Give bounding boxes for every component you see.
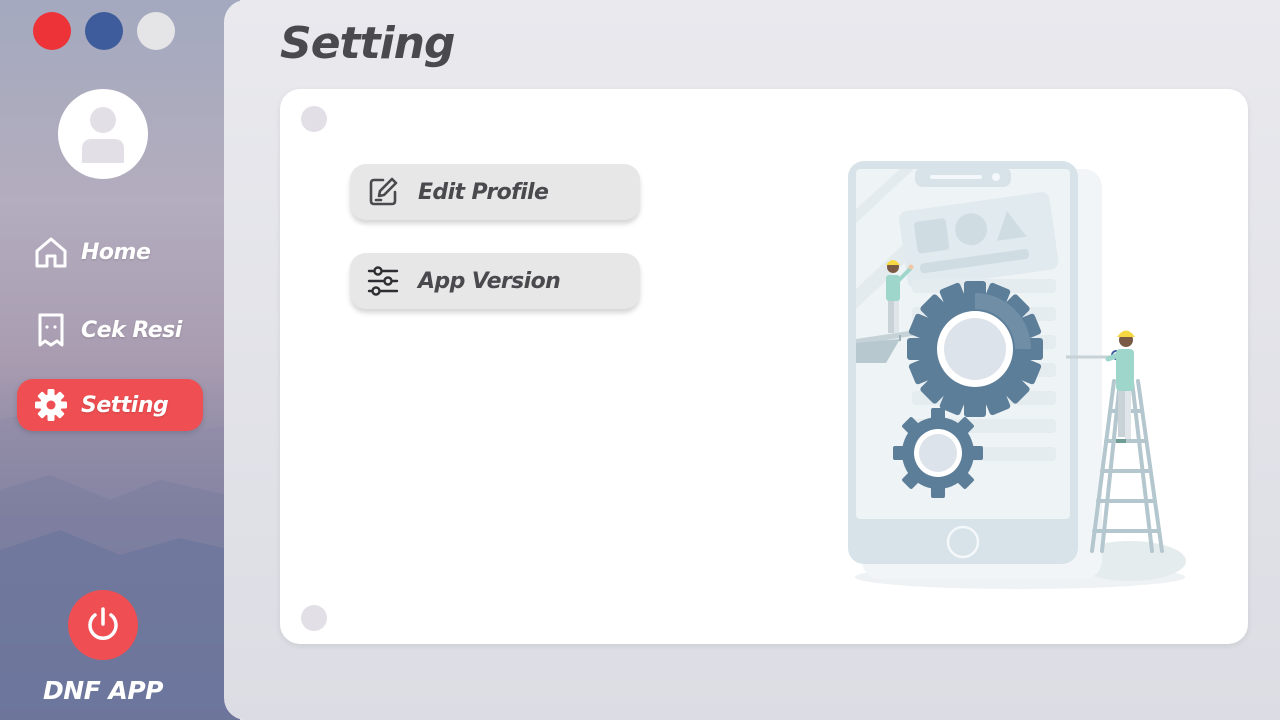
- receipt-icon: [31, 310, 71, 350]
- sidebar-item-label: Cek Resi: [81, 317, 182, 343]
- maximize-window-button[interactable]: [137, 12, 175, 50]
- settings-illustration: [848, 161, 1186, 589]
- sidebar-item-label: Home: [81, 239, 151, 265]
- main-panel: Setting Edit Profile App Version: [224, 0, 1280, 720]
- sidebar-item-cek-resi[interactable]: Cek Resi: [17, 304, 203, 356]
- sidebar-item-home[interactable]: Home: [17, 226, 203, 278]
- user-icon: [82, 107, 124, 163]
- power-icon: [88, 607, 118, 640]
- mountain-background: [0, 410, 240, 720]
- minimize-window-button[interactable]: [85, 12, 123, 50]
- app-version-button[interactable]: App Version: [350, 253, 640, 309]
- gear-icon: [31, 385, 71, 425]
- app-name: DNF APP: [43, 676, 163, 705]
- avatar[interactable]: [58, 89, 148, 179]
- page-title: Setting: [280, 18, 455, 69]
- sliders-icon: [366, 264, 400, 298]
- decorative-dot: [301, 605, 327, 631]
- edit-profile-button[interactable]: Edit Profile: [350, 164, 640, 220]
- edit-icon: [366, 175, 400, 209]
- close-window-button[interactable]: [33, 12, 71, 50]
- logout-button[interactable]: [68, 590, 138, 660]
- home-icon: [31, 232, 71, 272]
- sidebar-item-setting[interactable]: Setting: [17, 379, 203, 431]
- decorative-dot: [301, 106, 327, 132]
- sidebar: Home Cek Resi Setting DNF APP: [0, 0, 240, 720]
- app-version-label: App Version: [418, 268, 561, 294]
- edit-profile-label: Edit Profile: [418, 179, 549, 205]
- sidebar-item-label: Setting: [81, 392, 169, 418]
- settings-card: Edit Profile App Version: [280, 89, 1248, 644]
- window-controls: [33, 12, 175, 50]
